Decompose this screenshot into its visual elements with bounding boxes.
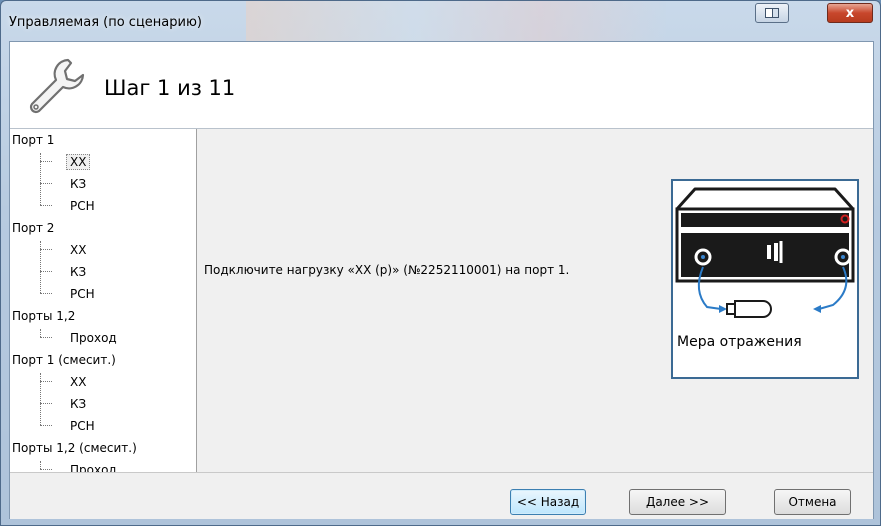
tree-group-port1[interactable]: Порт 1 — [12, 131, 54, 149]
step-content: Подключите нагрузку «XX (р)» (№225211000… — [198, 129, 873, 472]
dialog-client: Шаг 1 из 11 Порт 1 XX КЗ РСН Порт 2 XX К… — [9, 41, 874, 519]
tree-connector — [40, 461, 53, 469]
title-bar[interactable]: Управляемая (по сценарию) x — [1, 1, 880, 41]
back-button[interactable]: << Назад — [510, 489, 586, 515]
title-bar-glass — [246, 1, 666, 41]
tree-item-port2-xx[interactable]: XX — [70, 241, 86, 259]
tree-connector — [40, 403, 52, 404]
device-illustration — [675, 187, 855, 318]
tree-connector — [40, 161, 52, 162]
tree-item-port1-xx[interactable]: XX — [66, 153, 91, 171]
wizard-header: Шаг 1 из 11 — [10, 42, 873, 129]
step-title: Шаг 1 из 11 — [104, 76, 236, 100]
tree-connector — [40, 329, 53, 337]
tree-connector — [40, 337, 52, 338]
restore-icon — [765, 8, 779, 18]
tree-group-port1-mixer[interactable]: Порт 1 (смесит.) — [12, 351, 116, 369]
tree-connector — [40, 271, 52, 272]
tree-item-port1-mixer-rsn[interactable]: РСН — [70, 417, 95, 435]
restore-button[interactable] — [755, 3, 789, 23]
tree-item-port1-mixer-kz[interactable]: КЗ — [70, 395, 86, 413]
tree-connector — [40, 205, 52, 206]
close-icon: x — [845, 5, 855, 21]
wizard-footer: << Назад Далее >> Отмена — [10, 472, 873, 519]
tree-item-port1-mixer-xx[interactable]: XX — [70, 373, 86, 391]
window-title: Управляемая (по сценарию) — [9, 15, 202, 30]
tree-item-port2-kz[interactable]: КЗ — [70, 263, 86, 281]
close-button[interactable]: x — [827, 3, 873, 23]
tree-item-port1-rsn[interactable]: РСН — [70, 197, 95, 215]
scenario-tree[interactable]: Порт 1 XX КЗ РСН Порт 2 XX КЗ РСН Порты … — [10, 129, 197, 477]
tree-item-port1-kz[interactable]: КЗ — [70, 175, 86, 193]
tree-group-ports12-mixer[interactable]: Порты 1,2 (смесит.) — [12, 439, 137, 457]
instruction-text: Подключите нагрузку «XX (р)» (№225211000… — [204, 263, 570, 277]
tree-connector — [40, 425, 52, 426]
device-illustration-frame: Мера отражения — [671, 179, 859, 379]
tree-connector — [40, 293, 52, 294]
device-caption: Мера отражения — [677, 334, 802, 350]
wrench-icon — [29, 58, 85, 114]
tree-connector — [40, 249, 52, 250]
tree-item-port2-rsn[interactable]: РСН — [70, 285, 95, 303]
tree-group-port2[interactable]: Порт 2 — [12, 219, 54, 237]
tree-connector — [40, 381, 52, 382]
cancel-button[interactable]: Отмена — [774, 489, 851, 515]
tree-item-label: XX — [66, 154, 91, 170]
tree-connector — [40, 469, 52, 470]
tree-connector — [40, 183, 52, 184]
dialog-window: Управляемая (по сценарию) x Шаг 1 из 11 — [0, 0, 881, 526]
tree-item-ports12-through[interactable]: Проход — [70, 329, 117, 347]
next-button[interactable]: Далее >> — [629, 489, 726, 515]
tree-group-ports12[interactable]: Порты 1,2 — [12, 307, 75, 325]
